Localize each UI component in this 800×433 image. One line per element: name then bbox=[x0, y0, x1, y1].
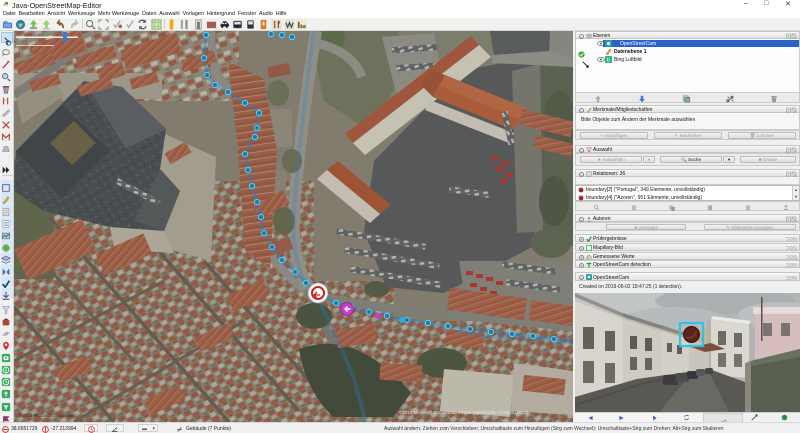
svg-text:b: b bbox=[607, 57, 610, 62]
svg-text:©2019 Microsoft Corporation ©2: ©2019 Microsoft Corporation ©2019 Digita… bbox=[399, 409, 529, 415]
svg-text:©2019 Microsoft Corporation: ©2019 Microsoft Corporation bbox=[19, 412, 77, 418]
